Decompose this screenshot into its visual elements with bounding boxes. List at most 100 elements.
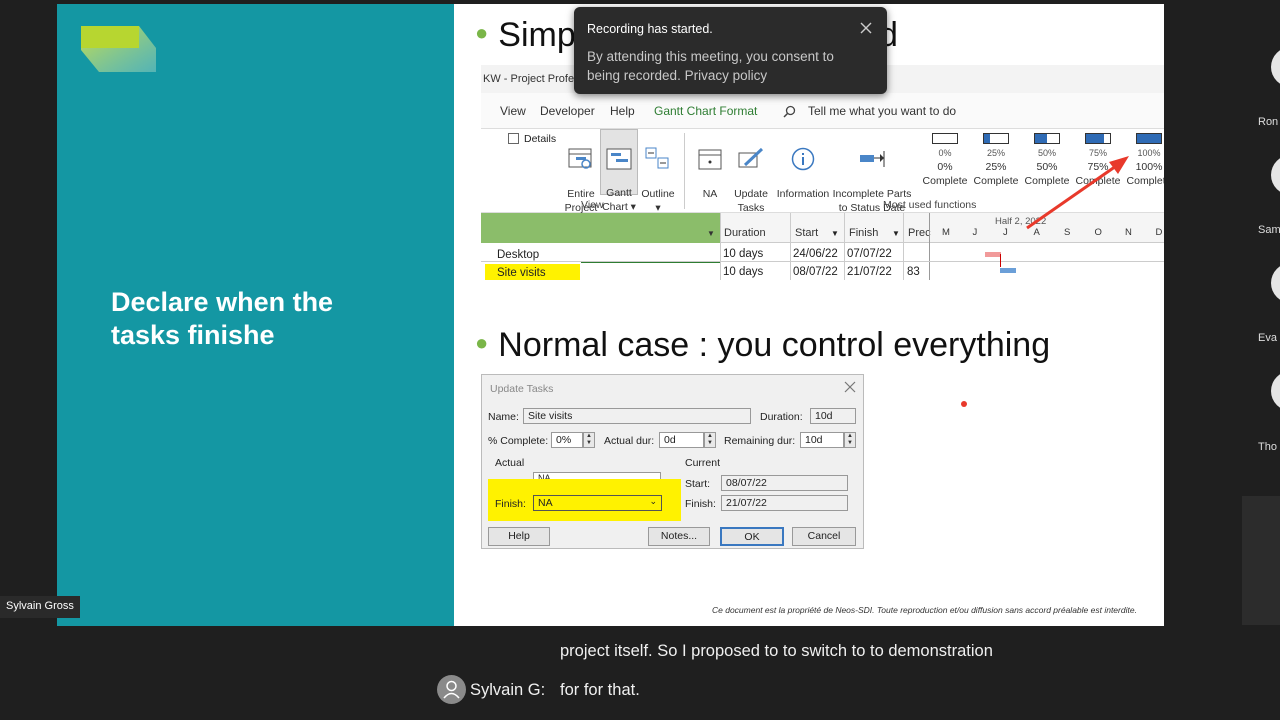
ok-button[interactable]: OK [720, 527, 784, 546]
start-cell[interactable]: 24/06/22 [793, 248, 838, 260]
header-finish[interactable]: Finish [849, 227, 878, 239]
duration-cell[interactable]: 10 days [723, 266, 763, 278]
tab-developer[interactable]: Developer [540, 104, 595, 118]
percent-button-label: 0% Complete [922, 161, 968, 187]
finish-cell[interactable]: 07/07/22 [847, 248, 892, 260]
task-name-cell[interactable]: Desktop [497, 249, 539, 261]
current-finish-field[interactable]: 21/07/22 [721, 495, 848, 511]
recording-consent-text[interactable]: By attending this meeting, you consent t… [587, 47, 857, 85]
current-finish-label: Finish: [685, 498, 716, 510]
col-divider [903, 213, 904, 280]
tab-gantt-chart-format[interactable]: Gantt Chart Format [654, 104, 757, 118]
slide-teal-panel: Declare when the tasks finishe [57, 4, 454, 626]
dialog-title: Update Tasks [490, 383, 554, 395]
na-button[interactable]: NA [692, 133, 728, 201]
actual-dur-spinner[interactable]: ▲ ▼ [704, 432, 716, 448]
row-selection-line [581, 262, 720, 263]
gantt-bar-desktop[interactable] [985, 252, 1001, 257]
update-tasks-button[interactable]: Update Tasks [729, 133, 773, 215]
participant-name: Ron [1258, 116, 1279, 128]
name-label: Name: [488, 411, 519, 423]
col-divider [720, 213, 721, 280]
name-field[interactable]: Site visits [523, 408, 751, 424]
header-duration[interactable]: Duration [724, 227, 766, 239]
notes-button[interactable]: Notes... [648, 527, 710, 546]
header-dropdown-icon[interactable]: ▼ [707, 229, 715, 238]
caption-line: for for that. [560, 681, 640, 699]
calendar-icon [698, 149, 722, 170]
actual-finish-select[interactable]: NA ⌄ [533, 495, 662, 511]
percent-button-label: 25% Complete [973, 161, 1019, 187]
percent-complete-button[interactable]: 0% 0% Complete [919, 133, 971, 188]
task-name-cell[interactable]: Site visits [497, 267, 546, 279]
header-predecessors[interactable]: Prec [908, 227, 931, 239]
participant-name: Eva [1258, 332, 1277, 344]
speaker-avatar-icon [437, 675, 466, 704]
col-divider [790, 213, 791, 280]
pct-complete-label: % Complete: [488, 435, 549, 447]
col-divider [844, 213, 845, 280]
ribbon-window-title: KW - Project Profess [483, 73, 586, 85]
slide-heading: Declare when the tasks finishe [111, 287, 334, 350]
laser-pointer-dot [961, 401, 967, 407]
company-logo-icon [81, 26, 156, 72]
current-start-label: Start: [685, 478, 711, 490]
recording-notification: Recording has started. By attending this… [574, 7, 887, 94]
start-dropdown-icon[interactable]: ▼ [831, 229, 839, 238]
timescale-month: M [942, 227, 950, 238]
remaining-dur-spinner[interactable]: ▲ ▼ [844, 432, 856, 448]
information-icon [791, 147, 815, 171]
outline-icon [645, 147, 669, 169]
actual-dur-label: Actual dur: [604, 435, 655, 447]
slide-bullet-1: ● Simp [475, 16, 576, 54]
close-icon[interactable] [858, 20, 874, 36]
tab-help[interactable]: Help [610, 104, 635, 118]
close-icon[interactable] [843, 380, 857, 394]
update-tasks-dialog: Update Tasks Name: Site visits Duration:… [481, 374, 864, 549]
participant-avatar[interactable] [1271, 371, 1280, 411]
gantt-bar-site-visits[interactable] [1000, 268, 1016, 273]
start-cell[interactable]: 08/07/22 [793, 266, 838, 278]
participant-avatar[interactable] [1271, 263, 1280, 303]
actual-group-label: Actual [495, 457, 525, 469]
header-start[interactable]: Start [795, 227, 818, 239]
predecessor-cell[interactable]: 83 [907, 266, 920, 278]
update-tasks-icon [738, 147, 764, 168]
remaining-dur-field[interactable]: 10d [800, 432, 844, 448]
tell-me-search[interactable]: Tell me what you want to do [808, 104, 956, 118]
help-button[interactable]: Help [488, 527, 550, 546]
pct-complete-field[interactable]: 0% [551, 432, 583, 448]
gantt-chart-button[interactable]: Gantt Chart ▾ [600, 129, 638, 213]
percent-box-label: 0% [938, 148, 952, 158]
red-arrow-annotation [1026, 156, 1129, 230]
side-panel [1242, 496, 1280, 625]
finish-cell[interactable]: 21/07/22 [847, 266, 892, 278]
participant-avatar[interactable] [1271, 47, 1280, 87]
presenter-name-tag: Sylvain Gross [0, 596, 80, 618]
cancel-button[interactable]: Cancel [792, 527, 856, 546]
actual-dur-field[interactable]: 0d [659, 432, 704, 448]
percent-complete-button[interactable]: 25% 25% Complete [970, 133, 1022, 188]
percent-bar-icon [1085, 133, 1111, 144]
task-name-header [481, 213, 720, 243]
duration-field[interactable]: 10d [810, 408, 856, 424]
pct-spinner[interactable]: ▲ ▼ [583, 432, 595, 448]
outline-button[interactable]: Outline ▾ [639, 133, 677, 215]
caption-speaker: Sylvain G: [470, 681, 546, 699]
gantt-chart-icon [606, 148, 632, 170]
percent-bar-icon [983, 133, 1009, 144]
timescale-month: D [1155, 227, 1163, 238]
details-checkbox[interactable] [508, 133, 519, 144]
information-button[interactable]: Information [773, 133, 833, 201]
tab-view[interactable]: View [500, 104, 526, 118]
group-divider [684, 133, 685, 209]
current-start-field[interactable]: 08/07/22 [721, 475, 848, 491]
participant-avatar[interactable] [1271, 155, 1280, 195]
gantt-link-line [1000, 254, 1001, 267]
details-label: Details [524, 133, 557, 145]
percent-box-label: 25% [986, 148, 1005, 158]
col-divider [929, 213, 930, 280]
duration-label: Duration: [760, 411, 803, 423]
duration-cell[interactable]: 10 days [723, 248, 763, 260]
finish-dropdown-icon[interactable]: ▼ [892, 229, 900, 238]
